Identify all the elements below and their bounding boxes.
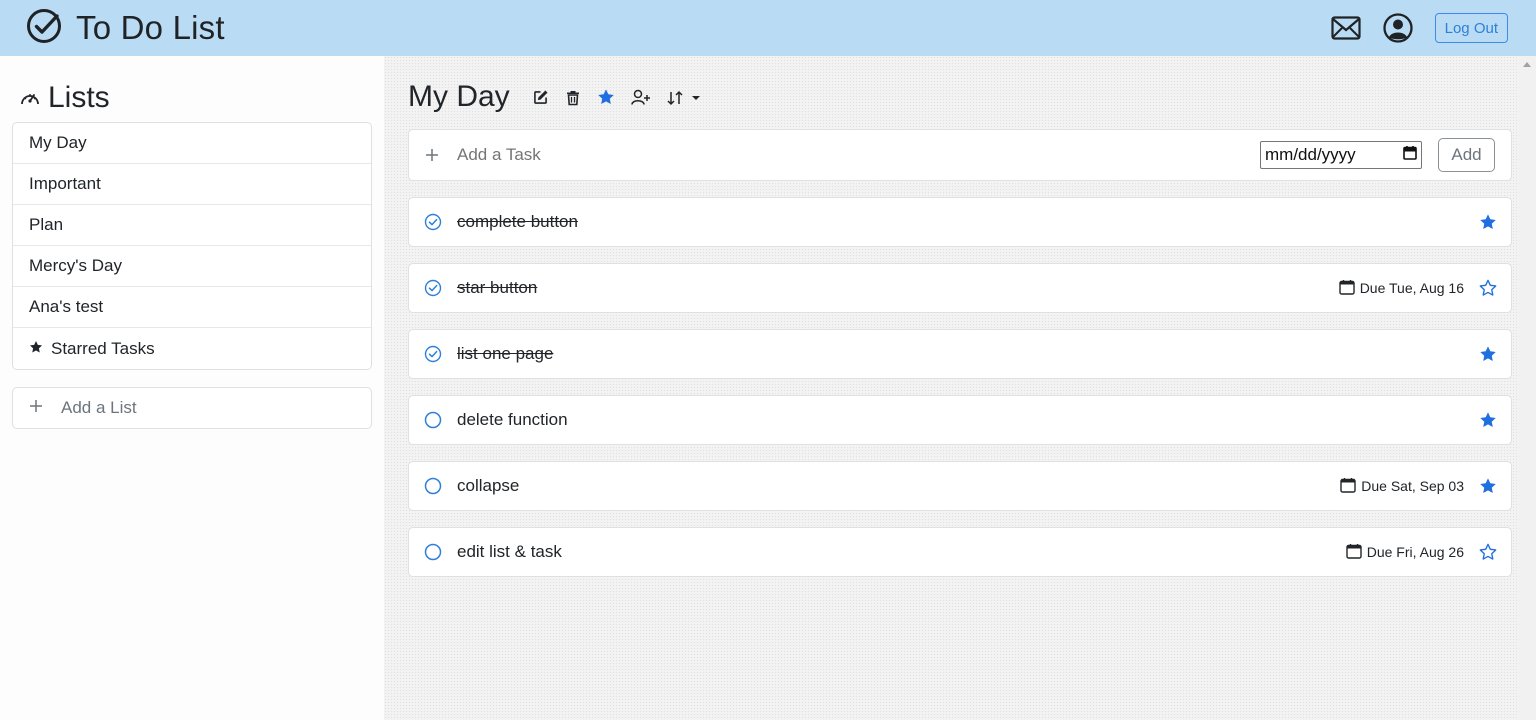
list-label: Ana's test — [29, 297, 104, 316]
sidebar-item-plan[interactable]: Plan — [13, 205, 371, 246]
list-label: Important — [29, 174, 101, 193]
task-item[interactable]: complete button — [408, 197, 1512, 247]
app-title: To Do List — [76, 9, 225, 46]
star-filled-icon[interactable] — [1479, 477, 1497, 495]
due-date-text: Due Tue, Aug 16 — [1359, 280, 1464, 296]
add-task-button[interactable]: Add — [1438, 138, 1495, 172]
speedometer-icon — [20, 81, 40, 115]
task-title: list one page — [457, 344, 554, 363]
calendar-icon — [1346, 543, 1362, 562]
due-date-text: Due Sat, Sep 03 — [1361, 478, 1464, 494]
calendar-icon — [1338, 279, 1355, 298]
sort-icon[interactable] — [667, 89, 701, 106]
sidebar-item-starred-tasks[interactable]: Starred Tasks — [13, 328, 371, 369]
user-circle-icon[interactable] — [1382, 13, 1413, 43]
navbar: To Do List Log Out — [0, 0, 1536, 56]
check-circle-icon[interactable] — [424, 279, 442, 297]
list-label: Plan — [29, 215, 64, 234]
sidebar-title: Lists — [48, 81, 110, 114]
list-group: My Day Important Plan Mercy's Day Ana's … — [12, 122, 372, 370]
task-list: complete button star button Due Tue, Aug 1… — [408, 197, 1512, 577]
task-item[interactable]: edit list & task Due Fri, Aug 26 — [408, 527, 1512, 577]
scroll-up-arrow[interactable] — [1523, 62, 1531, 67]
task-title: star button — [457, 278, 538, 297]
date-placeholder: mm/dd/yyyy — [1265, 145, 1356, 164]
due-date: Due Tue, Aug 16 — [1338, 279, 1464, 298]
add-task-input[interactable] — [457, 145, 1260, 165]
task-item[interactable]: list one page — [408, 329, 1512, 379]
star-icon[interactable] — [597, 88, 615, 106]
calendar-icon[interactable] — [1403, 145, 1417, 165]
due-date: Due Fri, Aug 26 — [1346, 543, 1464, 562]
check-circle-icon — [26, 8, 62, 49]
star-icon — [29, 339, 43, 359]
trash-icon[interactable] — [565, 89, 581, 106]
page-title: My Day — [408, 80, 510, 113]
sidebar-header: Lists — [20, 80, 372, 116]
add-list-input[interactable]: Add a List — [12, 387, 372, 429]
circle-icon[interactable] — [424, 477, 442, 495]
brand[interactable]: To Do List — [26, 8, 225, 49]
due-date-input[interactable]: mm/dd/yyyy — [1260, 141, 1422, 169]
task-title: edit list & task — [457, 542, 562, 561]
plus-icon — [425, 148, 439, 162]
circle-icon[interactable] — [424, 543, 442, 561]
main-header: My Day — [408, 56, 1512, 128]
task-title: complete button — [457, 212, 578, 231]
edit-icon[interactable] — [532, 89, 549, 106]
calendar-icon — [1340, 477, 1356, 496]
task-title: delete function — [457, 410, 568, 429]
star-filled-icon[interactable] — [1479, 345, 1497, 363]
add-list-placeholder: Add a List — [61, 398, 137, 417]
plus-icon — [29, 398, 43, 418]
main-panel: My Day mm/dd/yyyy Add complete button — [384, 56, 1536, 720]
sidebar: Lists My Day Important Plan Mercy's Day … — [0, 56, 384, 720]
sidebar-item-my-day[interactable]: My Day — [13, 123, 371, 164]
sidebar-item-anas-test[interactable]: Ana's test — [13, 287, 371, 328]
list-label: Mercy's Day — [29, 256, 122, 275]
envelope-icon[interactable] — [1331, 16, 1361, 40]
scrollbar[interactable] — [1519, 56, 1536, 720]
circle-icon[interactable] — [424, 411, 442, 429]
sidebar-item-mercys-day[interactable]: Mercy's Day — [13, 246, 371, 287]
check-circle-icon[interactable] — [424, 345, 442, 363]
due-date-text: Due Fri, Aug 26 — [1366, 544, 1464, 560]
star-outline-icon[interactable] — [1479, 543, 1497, 561]
logout-button[interactable]: Log Out — [1434, 13, 1508, 43]
due-date: Due Sat, Sep 03 — [1340, 477, 1464, 496]
task-item[interactable]: star button Due Tue, Aug 16 — [408, 263, 1512, 313]
task-title: collapse — [457, 476, 520, 495]
task-item[interactable]: delete function — [408, 395, 1512, 445]
star-outline-icon[interactable] — [1479, 279, 1497, 297]
star-filled-icon[interactable] — [1479, 411, 1497, 429]
star-filled-icon[interactable] — [1479, 213, 1497, 231]
add-user-icon[interactable] — [630, 89, 651, 106]
list-label: Starred Tasks — [51, 338, 155, 358]
sidebar-item-important[interactable]: Important — [13, 164, 371, 205]
task-item[interactable]: collapse Due Sat, Sep 03 — [408, 461, 1512, 511]
list-label: My Day — [29, 133, 87, 152]
add-task-bar: mm/dd/yyyy Add — [408, 129, 1512, 181]
check-circle-icon[interactable] — [424, 213, 442, 231]
